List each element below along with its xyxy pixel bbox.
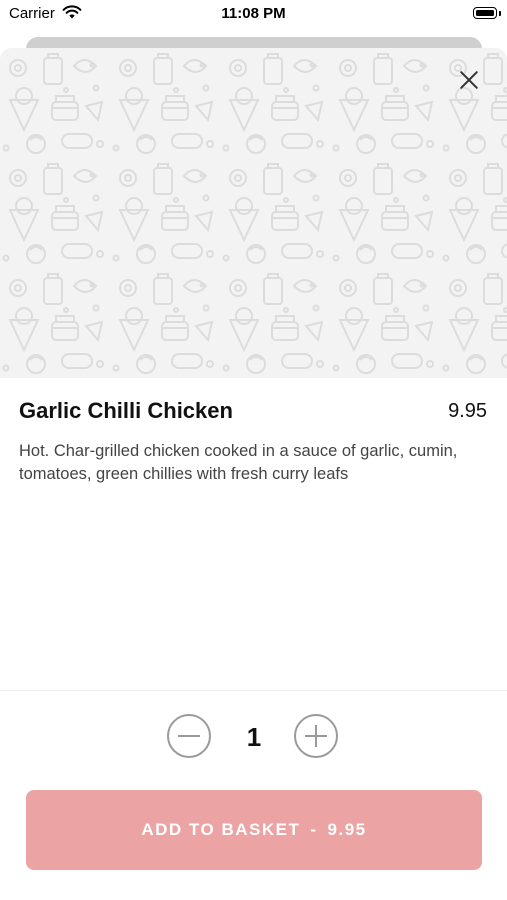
add-to-basket-separator: -	[310, 820, 318, 839]
plus-circle-icon[interactable]	[294, 714, 338, 758]
food-doodle-pattern	[0, 48, 507, 378]
divider	[0, 690, 507, 691]
battery-tip	[498, 11, 501, 16]
close-icon[interactable]	[459, 70, 479, 90]
status-bar: Carrier 11:08 PM	[0, 0, 507, 30]
item-description: Hot. Char-grilled chicken cooked in a sa…	[19, 442, 458, 483]
hero-image	[0, 48, 507, 378]
item-price: 9.95	[448, 400, 487, 422]
clock: 11:08 PM	[221, 5, 286, 22]
item-title: Garlic Chilli Chicken	[19, 398, 233, 423]
quantity-value: 1	[246, 722, 262, 752]
add-to-basket-button[interactable]: ADD TO BASKET - 9.95	[26, 790, 482, 870]
battery-icon	[473, 7, 497, 19]
add-to-basket-price: 9.95	[327, 820, 367, 839]
minus-circle-icon[interactable]	[167, 714, 211, 758]
item-detail-sheet: Garlic Chilli Chicken 9.95 Hot. Char-gri…	[0, 48, 507, 900]
add-to-basket-label: ADD TO BASKET	[141, 820, 301, 839]
